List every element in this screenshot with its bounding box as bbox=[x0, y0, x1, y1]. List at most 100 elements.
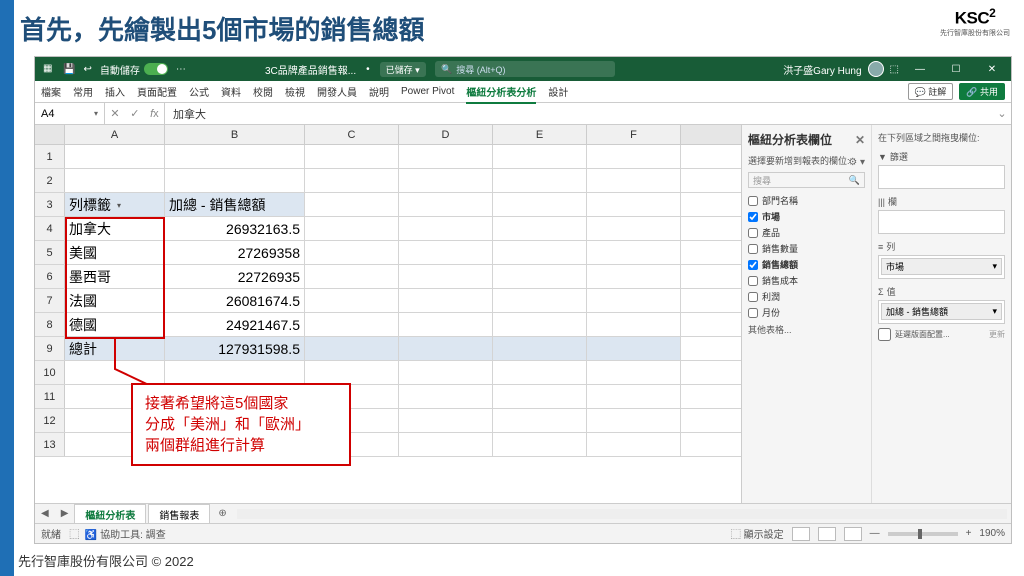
minimize-button[interactable]: — bbox=[905, 57, 935, 81]
cell[interactable] bbox=[399, 385, 493, 408]
field-checkbox[interactable]: 部門名稱 bbox=[748, 194, 865, 207]
row-header[interactable]: 11 bbox=[35, 385, 65, 408]
cell[interactable] bbox=[587, 313, 681, 336]
zoom-label[interactable]: 190% bbox=[979, 528, 1005, 539]
field-checkbox[interactable]: 月份 bbox=[748, 306, 865, 319]
cell[interactable] bbox=[305, 169, 399, 192]
saved-status[interactable]: 已儲存 ▾ bbox=[380, 62, 426, 77]
maximize-button[interactable]: ☐ bbox=[941, 57, 971, 81]
tab-data[interactable]: 資料 bbox=[221, 84, 241, 99]
cell[interactable] bbox=[493, 433, 587, 456]
field-checkbox[interactable]: 產品 bbox=[748, 226, 865, 239]
cell[interactable] bbox=[493, 385, 587, 408]
cell[interactable]: 127931598.5 bbox=[165, 337, 305, 360]
close-panel-icon[interactable]: ✕ bbox=[855, 133, 865, 147]
field-checkbox[interactable]: 銷售數量 bbox=[748, 242, 865, 255]
cell[interactable] bbox=[587, 145, 681, 168]
cell[interactable] bbox=[587, 337, 681, 360]
field-checkbox[interactable]: 銷售總額 bbox=[748, 258, 865, 271]
sheet-nav-prev[interactable]: ◀ bbox=[35, 508, 55, 519]
zoom-in-button[interactable]: + bbox=[966, 528, 972, 539]
cell[interactable] bbox=[493, 241, 587, 264]
close-button[interactable]: ✕ bbox=[977, 57, 1007, 81]
cell[interactable] bbox=[399, 217, 493, 240]
row-header[interactable]: 1 bbox=[35, 145, 65, 168]
cell[interactable] bbox=[493, 265, 587, 288]
column-dropzone[interactable] bbox=[878, 210, 1005, 234]
field-checkbox[interactable]: 利潤 bbox=[748, 290, 865, 303]
tab-pivot-analyze[interactable]: 樞紐分析表分析 bbox=[466, 84, 536, 104]
cell[interactable] bbox=[399, 265, 493, 288]
display-settings[interactable]: ⬚ 顯示設定 bbox=[731, 526, 784, 541]
field-checkbox[interactable]: 市場 bbox=[748, 210, 865, 223]
row-header[interactable]: 6 bbox=[35, 265, 65, 288]
field-search-input[interactable]: 搜尋🔍 bbox=[748, 172, 865, 188]
cell[interactable] bbox=[493, 169, 587, 192]
row-header[interactable]: 9 bbox=[35, 337, 65, 360]
col-header-d[interactable]: D bbox=[399, 125, 493, 144]
cell[interactable] bbox=[399, 145, 493, 168]
row-header[interactable]: 5 bbox=[35, 241, 65, 264]
name-box[interactable]: A4 bbox=[35, 103, 105, 124]
row-header[interactable]: 2 bbox=[35, 169, 65, 192]
cell[interactable] bbox=[65, 169, 165, 192]
cell[interactable] bbox=[493, 409, 587, 432]
tab-layout[interactable]: 頁面配置 bbox=[137, 84, 177, 99]
tab-home[interactable]: 常用 bbox=[73, 84, 93, 99]
cell[interactable] bbox=[587, 217, 681, 240]
cell[interactable] bbox=[65, 361, 165, 384]
spreadsheet-grid[interactable]: A B C D E F 123列標籤▾加總 - 銷售總額4加拿大26932163… bbox=[35, 125, 741, 503]
cell[interactable] bbox=[587, 265, 681, 288]
cell[interactable] bbox=[305, 313, 399, 336]
cell[interactable] bbox=[587, 361, 681, 384]
tab-design[interactable]: 設計 bbox=[548, 84, 568, 99]
cell[interactable]: 24921467.5 bbox=[165, 313, 305, 336]
cell[interactable] bbox=[399, 337, 493, 360]
row-header[interactable]: 4 bbox=[35, 217, 65, 240]
cell[interactable]: 27269358 bbox=[165, 241, 305, 264]
expand-icon[interactable]: ⌄ bbox=[993, 107, 1011, 120]
cell[interactable] bbox=[399, 169, 493, 192]
select-all-corner[interactable] bbox=[35, 125, 65, 144]
cell[interactable] bbox=[305, 145, 399, 168]
cell[interactable] bbox=[399, 241, 493, 264]
cell[interactable] bbox=[305, 289, 399, 312]
row-header[interactable]: 12 bbox=[35, 409, 65, 432]
cell[interactable] bbox=[587, 409, 681, 432]
cell[interactable] bbox=[399, 433, 493, 456]
cell[interactable] bbox=[493, 193, 587, 216]
autosave-toggle[interactable]: 自動儲存 bbox=[100, 62, 168, 77]
cell[interactable] bbox=[587, 193, 681, 216]
cell[interactable] bbox=[399, 289, 493, 312]
tab-developer[interactable]: 開發人員 bbox=[317, 84, 357, 99]
cell[interactable] bbox=[587, 433, 681, 456]
cell[interactable]: 總計 bbox=[65, 337, 165, 360]
cell[interactable]: 墨西哥 bbox=[65, 265, 165, 288]
cell[interactable] bbox=[493, 289, 587, 312]
tab-view[interactable]: 檢視 bbox=[285, 84, 305, 99]
confirm-icon[interactable]: ✓ bbox=[130, 107, 139, 120]
other-tables-link[interactable]: 其他表格... bbox=[748, 323, 865, 336]
cancel-icon[interactable]: ✕ bbox=[110, 107, 119, 120]
cell[interactable] bbox=[305, 241, 399, 264]
cell[interactable] bbox=[493, 361, 587, 384]
undo-icon[interactable]: ↩ bbox=[83, 64, 91, 75]
save-icon[interactable]: 💾 bbox=[63, 64, 75, 75]
tab-help[interactable]: 說明 bbox=[369, 84, 389, 99]
zoom-slider[interactable] bbox=[888, 532, 958, 536]
cell[interactable] bbox=[65, 145, 165, 168]
col-header-a[interactable]: A bbox=[65, 125, 165, 144]
cell[interactable]: 加總 - 銷售總額 bbox=[165, 193, 305, 216]
row-header[interactable]: 7 bbox=[35, 289, 65, 312]
cell[interactable] bbox=[493, 145, 587, 168]
col-header-c[interactable]: C bbox=[305, 125, 399, 144]
cell[interactable] bbox=[399, 361, 493, 384]
cell[interactable] bbox=[587, 241, 681, 264]
row-header[interactable]: 3 bbox=[35, 193, 65, 216]
row-header[interactable]: 10 bbox=[35, 361, 65, 384]
cell[interactable] bbox=[165, 361, 305, 384]
search-input[interactable]: 🔍 搜尋 (Alt+Q) bbox=[435, 61, 615, 77]
formula-input[interactable]: 加拿大 bbox=[165, 106, 993, 122]
cell[interactable]: 美國 bbox=[65, 241, 165, 264]
tab-insert[interactable]: 插入 bbox=[105, 84, 125, 99]
